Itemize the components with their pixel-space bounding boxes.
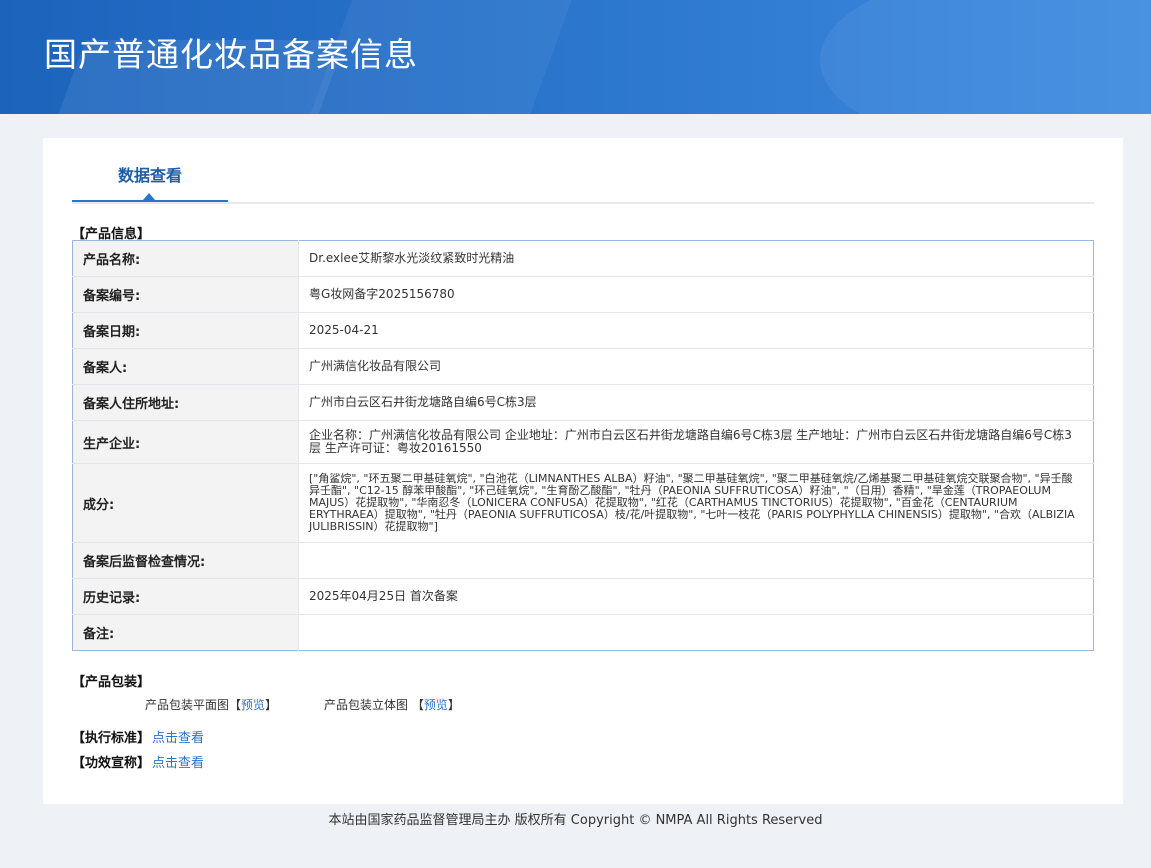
footer-copyright: 本站由国家药品监督管理局主办 版权所有 Copyright © NMPA All… [328, 813, 823, 828]
row-key: 生产企业: [72, 420, 299, 464]
row-key: 备案日期: [72, 312, 299, 349]
row-value: ["角鲨烷", "环五聚二甲基硅氧烷", "白池花（LIMNANTHES ALB… [298, 463, 1094, 543]
section-title-standard: 【执行标准】 [72, 731, 151, 746]
banner-decoration [820, 0, 1151, 114]
row-value: 广州满信化妆品有限公司 [298, 348, 1094, 385]
table-row: 成分: ["角鲨烷", "环五聚二甲基硅氧烷", "白池花（LIMNANTHES… [72, 463, 1094, 543]
table-row: 备案编号: 粤G妆网备字2025156780 [72, 276, 1094, 313]
row-key: 历史记录: [72, 578, 299, 615]
row-key: 备案后监督检查情况: [72, 542, 299, 579]
table-row: 备案日期: 2025-04-21 [72, 312, 1094, 349]
packaging-solid: 产品包装立体图 【预览】 [324, 698, 460, 712]
row-value: 粤G妆网备字2025156780 [298, 276, 1094, 313]
table-row: 备注: [72, 614, 1094, 651]
row-value: 企业名称：广州满信化妆品有限公司 企业地址：广州市白云区石井街龙塘路自编6号C栋… [298, 420, 1094, 464]
table-row: 备案后监督检查情况: [72, 542, 1094, 579]
tab-active-indicator [72, 200, 228, 202]
packaging-flat: 产品包装平面图【预览】 [145, 698, 278, 712]
standard-view-link[interactable]: 点击查看 [152, 727, 204, 746]
section-title-efficacy: 【功效宣称】 [72, 756, 151, 771]
table-row: 生产企业: 企业名称：广州满信化妆品有限公司 企业地址：广州市白云区石井街龙塘路… [72, 420, 1094, 464]
section-title-packaging: 【产品包装】 [72, 675, 151, 690]
row-key: 备注: [72, 614, 299, 651]
row-key: 成分: [72, 463, 299, 543]
efficacy-view-link[interactable]: 点击查看 [152, 752, 204, 771]
table-row: 备案人住所地址: 广州市白云区石井街龙塘路自编6号C栋3层 [72, 384, 1094, 421]
row-value: 广州市白云区石井街龙塘路自编6号C栋3层 [298, 384, 1094, 421]
row-key: 产品名称: [72, 240, 299, 277]
page-title: 国产普通化妆品备案信息 [44, 35, 418, 74]
packaging-flat-label: 产品包装平面图 [145, 698, 230, 712]
packaging-solid-preview-link[interactable]: 预览 [424, 698, 448, 712]
row-value: 2025-04-21 [298, 312, 1094, 349]
table-row: 备案人: 广州满信化妆品有限公司 [72, 348, 1094, 385]
tab-arrow-icon [143, 193, 155, 200]
row-value: 2025年04月25日 首次备案 [298, 578, 1094, 615]
content-card: 数据查看 【产品信息】 产品名称: Dr.exlee艾斯黎水光淡纹紧致时光精油 … [43, 138, 1123, 804]
packaging-flat-preview-link[interactable]: 预览 [241, 698, 265, 712]
tab-bar: 数据查看 [72, 138, 1094, 204]
row-value [299, 615, 1094, 651]
row-key: 备案编号: [72, 276, 299, 313]
product-info-table: 产品名称: Dr.exlee艾斯黎水光淡纹紧致时光精油 备案编号: 粤G妆网备字… [72, 240, 1094, 651]
packaging-solid-label: 产品包装立体图 [324, 698, 409, 712]
table-row: 历史记录: 2025年04月25日 首次备案 [72, 578, 1094, 615]
row-key: 备案人住所地址: [72, 384, 299, 421]
table-row: 产品名称: Dr.exlee艾斯黎水光淡纹紧致时光精油 [72, 240, 1094, 277]
row-value [298, 542, 1094, 579]
header-banner: 国产普通化妆品备案信息 [0, 0, 1151, 114]
row-key: 备案人: [72, 348, 299, 385]
row-value: Dr.exlee艾斯黎水光淡纹紧致时光精油 [298, 240, 1094, 277]
